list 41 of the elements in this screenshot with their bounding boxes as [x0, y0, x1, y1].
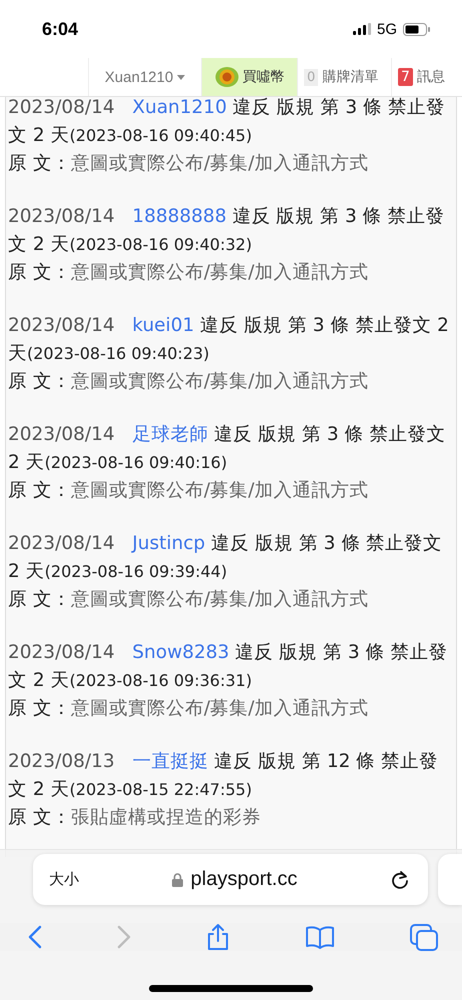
username-link[interactable]: Xuan1210 [132, 97, 227, 118]
penalty-text: 2023/08/14 kuei01 違反 版規 第 3 條 禁止發文 2 天(2023-08-16 09:40:23) [8, 314, 450, 366]
caret-icon [177, 74, 186, 80]
buy-coins-button[interactable]: 買噓幣 [202, 58, 298, 96]
network-label: 5G [376, 20, 397, 38]
reason-text: 原 文：意圖或實際公布/募集/加入通訊方式 [8, 588, 370, 612]
username-link[interactable]: kuei01 [132, 315, 194, 336]
message-count-badge: 7 [398, 68, 413, 86]
reason-text: 原 文：張貼虛構或捏造的彩券 [8, 806, 262, 830]
cart-count: 0 [304, 68, 318, 86]
text-size-button[interactable]: 大小 [49, 870, 79, 889]
status-time: 6:04 [42, 18, 78, 40]
cart-label: 購牌清單 [322, 68, 378, 86]
reason-text: 原 文：意圖或實際公布/募集/加入通訊方式 [8, 152, 370, 176]
back-icon[interactable] [28, 925, 42, 949]
penalty-text: 2023/08/14 Xuan1210 違反 版規 第 3 條 禁止發文 2 天(2023-08-16 09:40:45) [8, 97, 446, 148]
reason-text: 原 文：意圖或實際公布/募集/加入通訊方式 [8, 697, 370, 721]
penalty-text: 2023/08/14 Justincp 違反 版規 第 3 條 禁止發文 2 天(2023-08-16 09:39:44) [8, 532, 444, 584]
address-bar[interactable]: 大小 playsport.cc [33, 854, 428, 905]
username-link[interactable]: 一直挺挺 [132, 751, 208, 772]
username-link[interactable]: 足球老師 [132, 424, 208, 445]
username-link[interactable]: Justincp [132, 533, 206, 554]
battery-icon [403, 22, 430, 36]
reason-text: 原 文：意圖或實際公布/募集/加入通訊方式 [8, 261, 370, 285]
username-link[interactable]: 18888888 [132, 206, 226, 227]
coin-icon [214, 66, 238, 88]
penalty-text: 2023/08/14 18888888 違反 版規 第 3 條 禁止發文 2 天(2023-08-16 09:40:32) [8, 205, 446, 257]
url-text: playsport.cc [190, 868, 298, 891]
penalty-text: 2023/08/14 足球老師 違反 版規 第 3 條 禁止發文 2 天(2023-08-16 09:40:16) [8, 423, 446, 475]
username-link[interactable]: Snow8283 [132, 642, 230, 663]
reload-icon[interactable] [390, 870, 410, 890]
lock-icon [172, 872, 183, 886]
bookmarks-icon[interactable] [305, 925, 335, 949]
reason-text: 原 文：意圖或實際公布/募集/加入通訊方式 [8, 479, 370, 503]
reason-text: 原 文：意圖或實際公布/募集/加入通訊方式 [8, 370, 370, 394]
messages-label: 訊息 [416, 68, 445, 86]
share-icon[interactable] [206, 923, 230, 951]
signal-icon [352, 23, 371, 35]
penalty-text: 2023/08/14 Snow8283 違反 版規 第 3 條 禁止發文 2 天(2023-08-16 09:36:31) [8, 641, 448, 693]
tabs-icon[interactable] [410, 924, 438, 950]
penalty-text: 2023/08/13 一直挺挺 違反 版規 第 12 條 禁止發文 2 天(2023-08-15 22:47:55) [8, 750, 440, 802]
